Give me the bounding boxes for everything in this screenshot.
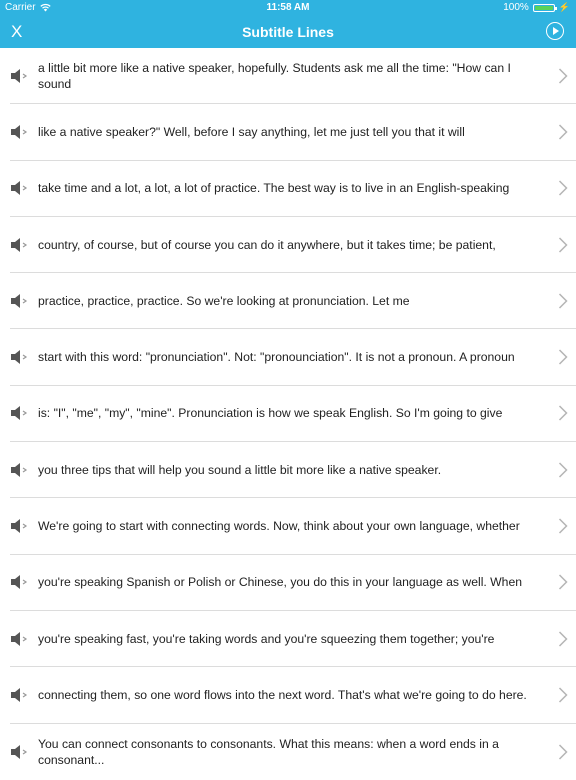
subtitle-row[interactable]: take time and a lot, a lot, a lot of pra…	[10, 161, 576, 217]
speaker-icon[interactable]	[10, 180, 30, 196]
subtitle-row[interactable]: connecting them, so one word flows into …	[10, 667, 576, 724]
subtitle-text: take time and a lot, a lot, a lot of pra…	[38, 181, 510, 196]
subtitle-row[interactable]: start with this word: "pronunciation". N…	[10, 329, 576, 386]
battery-percent: 100%	[503, 2, 529, 13]
status-bar: Carrier 11:58 AM 100% ⚡	[0, 0, 576, 16]
battery-fill	[534, 5, 553, 10]
subtitle-text: like a native speaker?" Well, before I s…	[38, 124, 465, 139]
subtitle-row[interactable]: a little bit more like a native speaker,…	[10, 48, 576, 105]
chevron-right-icon	[558, 405, 568, 421]
status-time: 11:58 AM	[266, 2, 310, 13]
chevron-right-icon	[558, 462, 568, 478]
chevron-right-icon	[558, 744, 568, 760]
subtitle-row[interactable]: We're going to start with connecting wor…	[10, 498, 576, 555]
speaker-icon[interactable]	[10, 518, 30, 534]
chevron-right-icon	[558, 180, 568, 196]
speaker-icon[interactable]	[10, 405, 30, 421]
speaker-icon[interactable]	[10, 349, 30, 365]
subtitle-text: connecting them, so one word flows into …	[38, 687, 527, 702]
chevron-right-icon	[558, 237, 568, 253]
subtitle-text: We're going to start with connecting wor…	[38, 519, 520, 534]
subtitle-text: start with this word: "pronunciation". N…	[38, 350, 515, 365]
subtitle-row[interactable]: like a native speaker?" Well, before I s…	[10, 104, 576, 161]
navigation-bar: X Subtitle Lines	[0, 16, 576, 48]
speaker-icon[interactable]	[10, 124, 30, 140]
subtitle-text: a little bit more like a native speaker,…	[38, 60, 511, 91]
chevron-right-icon	[558, 124, 568, 140]
subtitle-text: you three tips that will help you sound …	[38, 462, 442, 477]
subtitle-row[interactable]: practice, practice, practice. So we're l…	[10, 273, 576, 330]
subtitle-row[interactable]: you three tips that will help you sound …	[10, 442, 576, 499]
subtitle-row[interactable]: you're speaking fast, you're taking word…	[10, 611, 576, 668]
subtitle-text: you're speaking fast, you're taking word…	[38, 631, 495, 646]
speaker-icon[interactable]	[10, 293, 30, 309]
charging-bolt-icon: ⚡	[558, 2, 570, 12]
speaker-icon[interactable]	[10, 744, 30, 760]
chevron-right-icon	[558, 293, 568, 309]
play-circle-icon[interactable]	[546, 22, 564, 40]
subtitle-row[interactable]: you're speaking Spanish or Polish or Chi…	[10, 555, 576, 611]
speaker-icon[interactable]	[10, 631, 30, 647]
subtitle-row[interactable]: You can connect consonants to consonants…	[10, 724, 576, 780]
chevron-right-icon	[558, 631, 568, 647]
chevron-right-icon	[558, 68, 568, 84]
subtitle-text: country, of course, but of course you ca…	[38, 237, 496, 252]
speaker-icon[interactable]	[10, 462, 30, 478]
subtitle-list: a little bit more like a native speaker,…	[0, 48, 576, 780]
status-right: 100% ⚡	[503, 2, 570, 13]
chevron-right-icon	[558, 518, 568, 534]
page-title: Subtitle Lines	[242, 24, 334, 40]
subtitle-text: is: "I", "me", "my", "mine". Pronunciati…	[38, 406, 503, 421]
subtitle-text: you're speaking Spanish or Polish or Chi…	[38, 575, 523, 590]
subtitle-text: You can connect consonants to consonants…	[38, 736, 499, 767]
speaker-icon[interactable]	[10, 68, 30, 84]
subtitle-row[interactable]: country, of course, but of course you ca…	[10, 217, 576, 274]
speaker-icon[interactable]	[10, 687, 30, 703]
chevron-right-icon	[558, 687, 568, 703]
battery-icon	[532, 3, 557, 12]
speaker-icon[interactable]	[10, 237, 30, 253]
chevron-right-icon	[558, 349, 568, 365]
subtitle-row[interactable]: is: "I", "me", "my", "mine". Pronunciati…	[10, 386, 576, 443]
subtitle-text: practice, practice, practice. So we're l…	[38, 293, 410, 308]
speaker-icon[interactable]	[10, 574, 30, 590]
chevron-right-icon	[558, 574, 568, 590]
